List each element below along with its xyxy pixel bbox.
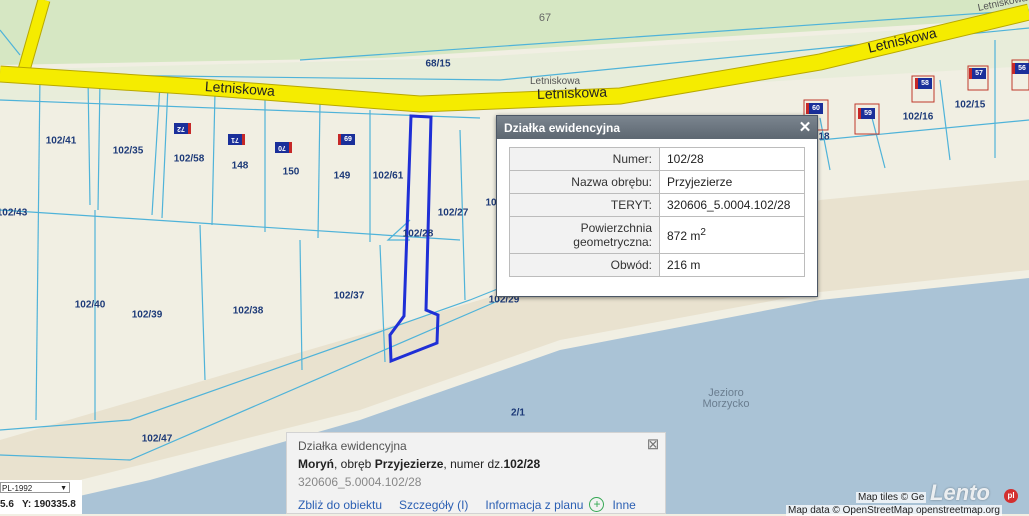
parcel-label: 102/43	[0, 207, 28, 219]
parcel-label: 102/39	[131, 309, 163, 321]
selection-infobox: ⊠ Działka ewidencyjna Moryń, obręb Przyj…	[286, 432, 666, 514]
table-row: Numer: 102/28	[509, 147, 805, 171]
attr-key-precinct: Nazwa obrębu:	[509, 170, 660, 194]
parcel-label: 102/40	[74, 299, 106, 311]
close-icon[interactable]: ✕	[796, 119, 814, 137]
data-attribution: Map data © OpenStreetMap openstreetmap.o…	[786, 505, 1002, 516]
area-unit-exponent: 2	[700, 227, 706, 238]
table-row: TERYT: 320606_5.0004.102/28	[509, 193, 805, 217]
watermark-logo: Lento	[930, 480, 990, 505]
table-row: Obwód: 216 m	[509, 253, 805, 277]
osm-street-label-mid: Letniskowa	[530, 76, 581, 87]
infobox-place: Moryń	[298, 457, 334, 471]
lake-name-label: Jezioro Morzycko	[702, 387, 750, 410]
house-number-badge: 59	[858, 108, 875, 119]
popup-header: Działka ewidencyjna ✕	[497, 116, 817, 139]
area-value: 872 m	[667, 229, 701, 243]
watermark-badge: pl	[1004, 489, 1018, 503]
parcel-label: 149	[333, 170, 351, 182]
house-number-badge: 56	[1012, 63, 1029, 74]
infobox-sep: , numer dz.	[443, 457, 504, 471]
parcel-label: 18	[818, 131, 830, 143]
parcel-label: 102/47	[141, 433, 173, 445]
table-row: Nazwa obrębu: Przyjezierze	[509, 170, 805, 194]
plan-info-link[interactable]: Informacja z planu	[485, 498, 583, 512]
house-number-badge: 71	[228, 134, 245, 145]
table-row: Powierzchnia geometryczna: 872 m2	[509, 216, 805, 254]
more-link[interactable]: Inne	[612, 498, 635, 512]
crs-select[interactable]: PL-1992 ▼	[0, 482, 70, 493]
tiles-attribution: Map tiles © Ge	[856, 492, 927, 503]
parcel-info-popup: Działka ewidencyjna ✕ Numer: 102/28 Nazw…	[496, 115, 818, 297]
infobox-number: 102/28	[503, 457, 541, 471]
parcel-label: 102/38	[232, 305, 264, 317]
attr-value-perimeter: 216 m	[659, 253, 805, 277]
plus-icon[interactable]: +	[589, 497, 605, 512]
coord-y-value: 190335.8	[34, 499, 76, 510]
house-number-badge: 58	[915, 78, 932, 89]
house-number-badge: 60	[806, 103, 823, 114]
coord-y-label: Y:	[22, 499, 32, 510]
attr-key-area: Powierzchnia geometryczna:	[509, 216, 660, 254]
attr-value-area: 872 m2	[659, 216, 805, 254]
infobox-summary: Moryń, obręb Przyjezierze, numer dz.102/…	[298, 457, 665, 471]
parcel-label: 102/58	[173, 153, 205, 165]
house-number-badge: 72	[174, 123, 191, 134]
infobox-precinct: Przyjezierze	[374, 457, 444, 471]
chevron-down-icon: ▼	[60, 485, 67, 492]
infobox-sep: , obręb	[334, 457, 375, 471]
parcel-label: 102/61	[372, 170, 404, 182]
infobox-actions: Zbliż do obiektu Szczegóły (I) Informacj…	[298, 497, 665, 512]
coordinate-panel: PL-1992 ▼ 5.6 Y: 190335.8	[0, 480, 82, 514]
attr-key-teryt: TERYT:	[509, 193, 660, 217]
attr-key-perimeter: Obwód:	[509, 253, 660, 277]
coord-x-value: 5.6	[0, 499, 14, 510]
parcel-label: 102/28	[402, 228, 434, 240]
parcel-label: 68/15	[425, 58, 451, 70]
parcel-label: 102/15	[954, 99, 986, 111]
parcel-label: 102/41	[45, 135, 77, 147]
parcel-label: 150	[282, 166, 300, 178]
attr-value-number: 102/28	[659, 147, 805, 171]
parcel-attributes-table: Numer: 102/28 Nazwa obrębu: Przyjezierze…	[509, 147, 805, 277]
house-number-badge: 70	[275, 142, 292, 153]
parcel-label: 102/16	[902, 111, 934, 123]
infobox-teryt: 320606_5.0004.102/28	[298, 475, 422, 489]
attr-value-teryt: 320606_5.0004.102/28	[659, 193, 805, 217]
attr-key-number: Numer:	[509, 147, 660, 171]
parcel-label: 102/27	[437, 207, 469, 219]
house-number-badge: 57	[969, 68, 986, 79]
osm-label-67: 67	[538, 12, 552, 24]
coord-y-readout: Y: 190335.8	[22, 499, 76, 510]
parcel-label: 2/1	[511, 407, 525, 419]
parcel-label: 102/35	[112, 145, 144, 157]
parcel-label: 148	[231, 160, 249, 172]
zoom-to-object-link[interactable]: Zbliż do obiektu	[298, 498, 382, 512]
parcel-label: 102/37	[333, 290, 365, 302]
details-link[interactable]: Szczegóły (I)	[399, 498, 468, 512]
crs-value: PL-1992	[2, 484, 33, 493]
close-icon[interactable]: ⊠	[646, 437, 660, 452]
house-number-badge: 69	[338, 134, 355, 145]
parcel-label: 10	[485, 197, 497, 209]
infobox-title: Działka ewidencyjna	[298, 439, 407, 453]
popup-title: Działka ewidencyjna	[504, 120, 621, 135]
attr-value-precinct: Przyjezierze	[659, 170, 805, 194]
